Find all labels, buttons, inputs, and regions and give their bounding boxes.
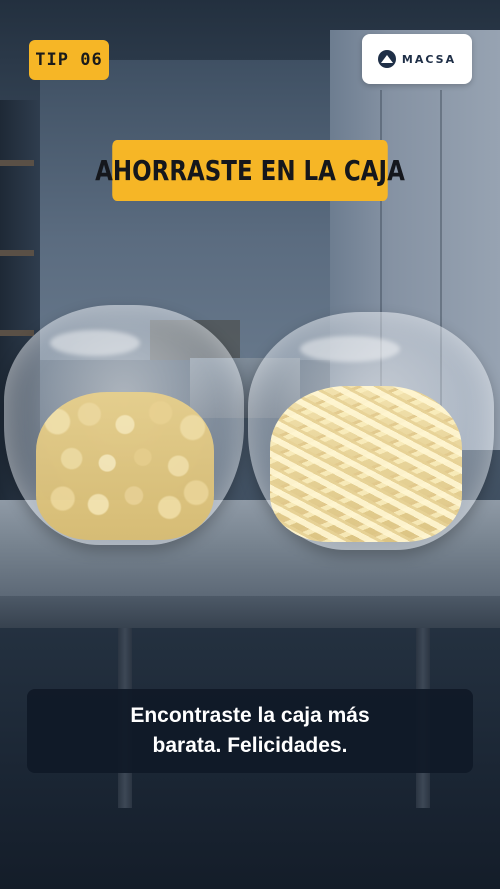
caption-line-2: barata. Felicidades. — [152, 734, 348, 757]
macsa-mountain-icon — [377, 50, 396, 68]
bag-reflection — [50, 330, 140, 356]
caption-box: Encontraste la caja más barata. Felicida… — [27, 689, 473, 773]
brand-logo: MACSA — [362, 34, 472, 84]
bag-reflection — [300, 336, 400, 362]
story-card: TIP 06 MACSA AHORRASTE EN LA CAJA Encont… — [0, 0, 500, 889]
steel-table-edge — [0, 596, 500, 628]
brand-name: MACSA — [401, 52, 457, 66]
french-fries — [270, 386, 462, 542]
tip-badge: TIP 06 — [29, 40, 109, 80]
shelf — [0, 160, 34, 166]
headline-banner: AHORRASTE EN LA CAJA — [95, 140, 405, 201]
caption-line-1: Encontraste la caja más — [130, 704, 370, 727]
shelf — [0, 250, 34, 256]
diced-potatoes — [36, 392, 214, 540]
shelf — [0, 330, 34, 336]
